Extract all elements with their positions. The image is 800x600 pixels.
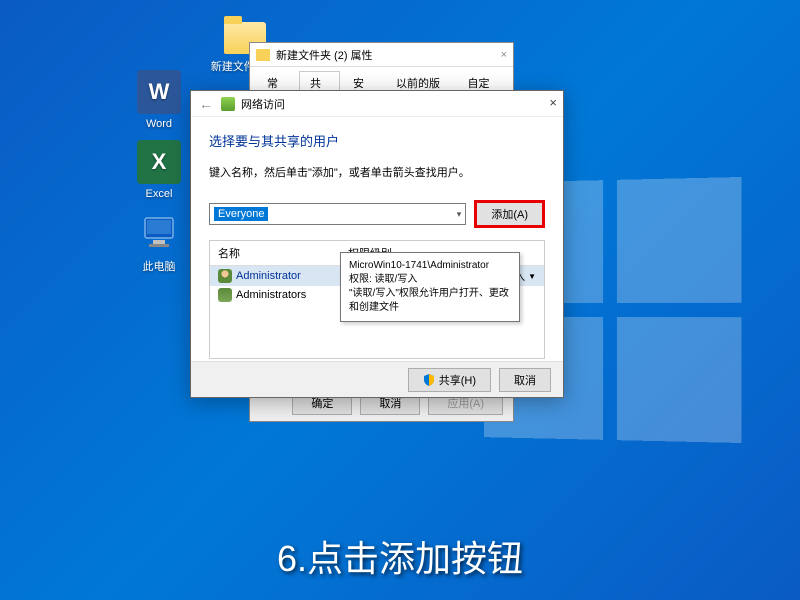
dialog-heading: 选择要与其共享的用户 [209,131,545,150]
dialog-title: 网络访问 [241,96,285,112]
word-icon: W [137,70,181,114]
group-icon [218,288,232,302]
tooltip-line: 权限: 读取/写入 [349,273,511,287]
properties-title: 新建文件夹 (2) 属性 [276,47,373,63]
pc-label: 此电脑 [124,258,194,274]
pc-icon [137,210,181,254]
network-icon [221,97,235,111]
tutorial-caption: 6.点击添加按钮 [0,530,800,582]
dialog-subtext: 键入名称，然后单击"添加"，或者单击箭头查找用户。 [209,164,545,180]
close-icon[interactable]: × [549,95,557,110]
word-label: Word [124,118,194,130]
back-icon[interactable]: ← [199,96,213,112]
close-icon[interactable]: × [501,49,507,61]
add-button[interactable]: 添加(A) [474,200,545,228]
col-name-header[interactable]: 名称 [210,241,340,265]
desktop-word[interactable]: W Word [124,70,194,130]
excel-label: Excel [124,188,194,200]
chevron-down-icon: ▼ [528,272,536,281]
user-icon [218,269,232,283]
user-combobox[interactable]: Everyone ▾ [209,203,466,225]
chevron-down-icon[interactable]: ▾ [457,209,462,220]
tooltip: MicroWin10-1741\Administrator 权限: 读取/写入 … [340,252,520,322]
dialog-header: ← 网络访问 [191,91,563,117]
row-name: Administrators [236,289,306,301]
cancel-button[interactable]: 取消 [499,368,551,392]
row-name: Administrator [236,270,301,282]
properties-titlebar[interactable]: 新建文件夹 (2) 属性 × [250,43,513,67]
tooltip-line: "读取/写入"权限允许用户打开、更改和创建文件 [349,287,511,315]
dialog-footer: 共享(H) 取消 [191,361,563,397]
share-button[interactable]: 共享(H) [408,368,491,392]
desktop-this-pc[interactable]: 此电脑 [124,210,194,274]
network-access-dialog: ← 网络访问 × 选择要与其共享的用户 键入名称，然后单击"添加"，或者单击箭头… [190,90,564,398]
desktop-excel[interactable]: X Excel [124,140,194,200]
folder-icon [256,49,270,61]
shield-icon [423,374,435,386]
combo-value: Everyone [214,207,268,221]
tooltip-line: MicroWin10-1741\Administrator [349,259,511,273]
excel-icon: X [137,140,181,184]
